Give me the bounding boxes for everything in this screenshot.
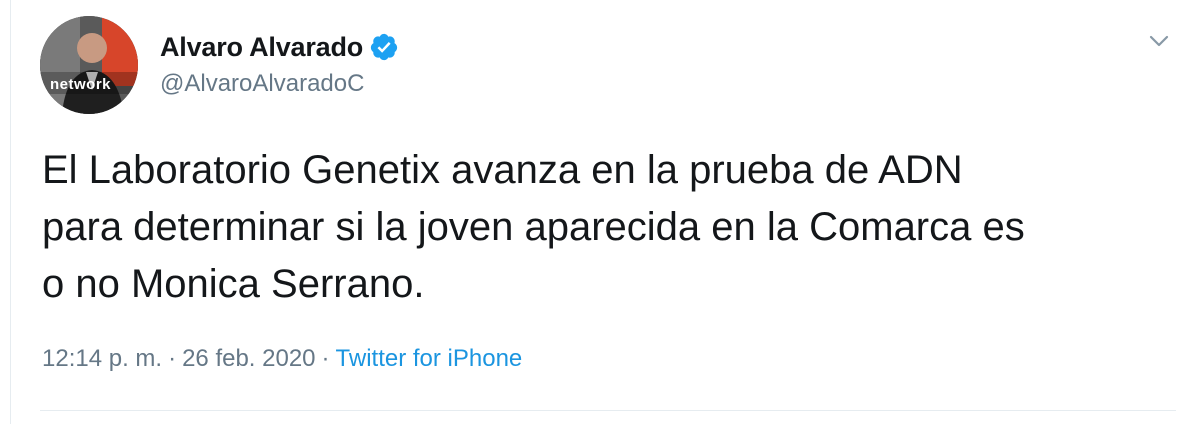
user-block: Alvaro Alvarado @AlvaroAlvaradoC	[160, 30, 399, 98]
user-handle[interactable]: @AlvaroAlvaradoC	[160, 70, 399, 98]
avatar-overlay-text: network	[50, 76, 112, 93]
avatar[interactable]: network	[40, 16, 138, 114]
tweet-text: El Laboratorio Genetix avanza en la prue…	[42, 148, 1025, 306]
display-name-row: Alvaro Alvarado	[160, 30, 399, 64]
avatar-image	[40, 16, 138, 114]
verified-badge-icon	[369, 32, 399, 62]
bottom-divider	[40, 410, 1176, 411]
tweet-date[interactable]: 26 feb. 2020	[182, 345, 315, 373]
tweet-source-link[interactable]: Twitter for iPhone	[336, 345, 523, 373]
tweet-meta: 12:14 p. m. · 26 feb. 2020 · Twitter for…	[42, 345, 522, 373]
tweet-card: network Alvaro Alvarado @AlvaroAlvaradoC…	[0, 0, 1200, 424]
display-name[interactable]: Alvaro Alvarado	[160, 32, 363, 63]
meta-separator: ·	[168, 345, 177, 372]
left-divider	[10, 0, 11, 424]
tweet-time[interactable]: 12:14 p. m.	[42, 345, 162, 373]
chevron-down-icon[interactable]	[1144, 26, 1174, 56]
meta-separator: ·	[321, 345, 330, 372]
